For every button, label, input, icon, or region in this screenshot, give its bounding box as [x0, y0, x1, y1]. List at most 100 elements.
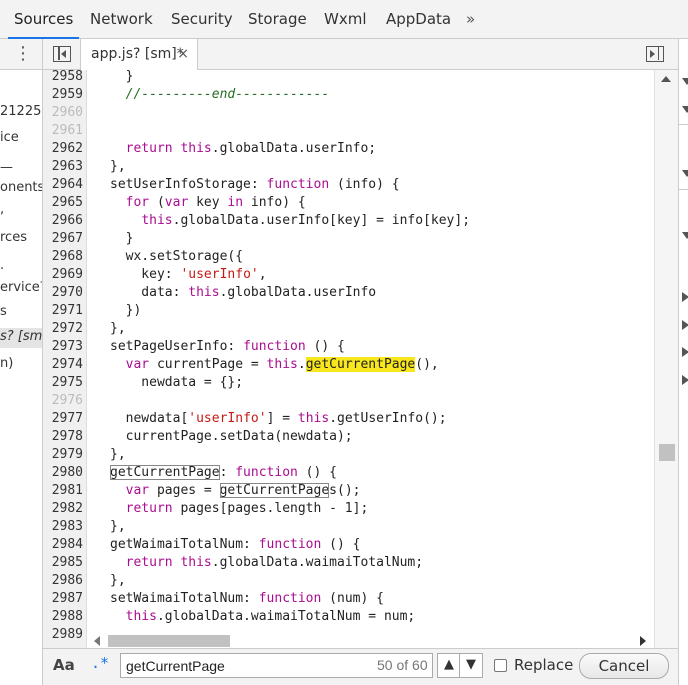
line-number[interactable]: 2961: [43, 122, 83, 140]
collapse-arrow-icon[interactable]: [682, 347, 688, 357]
line-number[interactable]: 2967: [43, 230, 83, 248]
code-line[interactable]: }: [110, 70, 134, 86]
line-number[interactable]: 2968: [43, 248, 83, 266]
code-line[interactable]: }): [110, 302, 142, 320]
code-area[interactable]: } //---------end------------ return this…: [88, 70, 654, 664]
navigator-item[interactable]: s? [sm]: [0, 328, 42, 348]
line-number[interactable]: 2984: [43, 536, 83, 554]
line-number[interactable]: 2988: [43, 608, 83, 626]
code-line[interactable]: wx.setStorage({: [110, 248, 243, 266]
navigator-item[interactable]: s: [0, 303, 7, 321]
navigator-item[interactable]: 21225: [0, 103, 41, 121]
code-line[interactable]: setUserInfoStorage: function (info) {: [110, 176, 400, 194]
line-number[interactable]: 2970: [43, 284, 83, 302]
line-number[interactable]: 2971: [43, 302, 83, 320]
line-number[interactable]: 2985: [43, 554, 83, 572]
navigator-item[interactable]: ,: [0, 201, 4, 219]
line-number[interactable]: 2983: [43, 518, 83, 536]
line-number[interactable]: 2986: [43, 572, 83, 590]
code-line[interactable]: for (var key in info) {: [110, 194, 306, 212]
toggle-navigator-icon[interactable]: [53, 46, 71, 62]
line-number[interactable]: 2979: [43, 446, 83, 464]
line-number[interactable]: 2964: [43, 176, 83, 194]
replace-checkbox[interactable]: [494, 659, 507, 672]
code-line[interactable]: setWaimaiTotalNum: function (num) {: [110, 590, 384, 608]
line-number[interactable]: 2966: [43, 212, 83, 230]
scroll-left-icon[interactable]: [94, 636, 100, 646]
more-tabs-button[interactable]: »: [466, 10, 475, 28]
tab-appdata[interactable]: AppData: [386, 0, 451, 38]
vertical-scrollbar[interactable]: [654, 70, 678, 664]
cancel-button[interactable]: Cancel: [579, 653, 669, 679]
code-line[interactable]: currentPage.setData(newdata);: [110, 428, 353, 446]
file-tab[interactable]: app.js? [sm]* ×: [80, 39, 198, 70]
line-number[interactable]: 2982: [43, 500, 83, 518]
line-number[interactable]: 2972: [43, 320, 83, 338]
line-number[interactable]: 2977: [43, 410, 83, 428]
navigator-item[interactable]: .: [0, 257, 4, 275]
collapse-arrow-icon[interactable]: [682, 320, 688, 330]
scroll-right-icon[interactable]: [640, 636, 646, 646]
more-menu-icon[interactable]: ⋮: [14, 43, 32, 64]
tab-sources[interactable]: Sources: [7, 0, 80, 39]
line-number[interactable]: 2975: [43, 374, 83, 392]
line-number[interactable]: 2974: [43, 356, 83, 374]
toggle-debugger-icon[interactable]: [646, 46, 664, 62]
line-number[interactable]: 2976: [43, 392, 83, 410]
code-line[interactable]: setPageUserInfo: function () {: [110, 338, 345, 356]
close-icon[interactable]: ×: [177, 39, 189, 70]
tab-wxml[interactable]: Wxml: [324, 0, 367, 38]
code-line[interactable]: this.globalData.userInfo[key] = info[key…: [110, 212, 470, 230]
expand-arrow-icon[interactable]: [682, 232, 688, 239]
line-number[interactable]: 2981: [43, 482, 83, 500]
line-number[interactable]: 2959: [43, 86, 83, 104]
expand-arrow-icon[interactable]: [682, 170, 688, 177]
code-line[interactable]: key: 'userInfo',: [110, 266, 266, 284]
code-line[interactable]: getWaimaiTotalNum: function () {: [110, 536, 360, 554]
navigator-item[interactable]: —: [0, 159, 13, 177]
code-line[interactable]: newdata = {};: [110, 374, 243, 392]
collapse-arrow-icon[interactable]: [682, 292, 688, 302]
code-line[interactable]: return pages[pages.length - 1];: [110, 500, 369, 518]
navigator-item[interactable]: rces: [0, 229, 27, 247]
line-number[interactable]: 2978: [43, 428, 83, 446]
line-number[interactable]: 2973: [43, 338, 83, 356]
expand-arrow-icon[interactable]: [682, 78, 688, 85]
next-match-button[interactable]: ▼: [459, 653, 483, 678]
navigator-item[interactable]: onents: [0, 179, 42, 197]
line-number[interactable]: 2963: [43, 158, 83, 176]
code-line[interactable]: this.globalData.waimaiTotalNum = num;: [110, 608, 416, 626]
navigator-item[interactable]: n): [0, 355, 13, 373]
code-line[interactable]: },: [110, 158, 126, 176]
horizontal-scroll-thumb[interactable]: [108, 635, 230, 647]
line-number[interactable]: 2958: [43, 70, 83, 86]
expand-arrow-icon[interactable]: [682, 106, 688, 113]
code-line[interactable]: return this.globalData.userInfo;: [110, 140, 376, 158]
scroll-up-icon[interactable]: [661, 76, 671, 82]
line-number[interactable]: 2960: [43, 104, 83, 122]
match-case-toggle[interactable]: Aa: [53, 656, 75, 674]
line-number[interactable]: 2969: [43, 266, 83, 284]
code-line[interactable]: var currentPage = this.getCurrentPage(),: [110, 356, 439, 374]
code-line[interactable]: newdata['userInfo'] = this.getUserInfo()…: [110, 410, 447, 428]
code-line[interactable]: //---------end------------: [110, 86, 330, 104]
line-number[interactable]: 2989: [43, 626, 83, 644]
code-line[interactable]: },: [110, 320, 126, 338]
previous-match-button[interactable]: ▲: [437, 653, 461, 678]
tab-storage[interactable]: Storage: [248, 0, 307, 38]
navigator-item[interactable]: ice: [0, 129, 19, 147]
regex-toggle[interactable]: .*: [91, 654, 109, 672]
vertical-scroll-thumb[interactable]: [659, 444, 675, 461]
code-line[interactable]: },: [110, 446, 126, 464]
line-number[interactable]: 2965: [43, 194, 83, 212]
collapse-arrow-icon[interactable]: [682, 375, 688, 385]
code-line[interactable]: }: [110, 230, 134, 248]
tab-security[interactable]: Security: [171, 0, 233, 38]
code-line[interactable]: getCurrentPage: function () {: [110, 464, 337, 482]
navigator-item[interactable]: ervice?: [0, 279, 42, 297]
code-line[interactable]: var pages = getCurrentPages();: [110, 482, 360, 500]
tab-network[interactable]: Network: [90, 0, 153, 38]
code-line[interactable]: },: [110, 518, 126, 536]
line-number[interactable]: 2987: [43, 590, 83, 608]
line-number[interactable]: 2980: [43, 464, 83, 482]
